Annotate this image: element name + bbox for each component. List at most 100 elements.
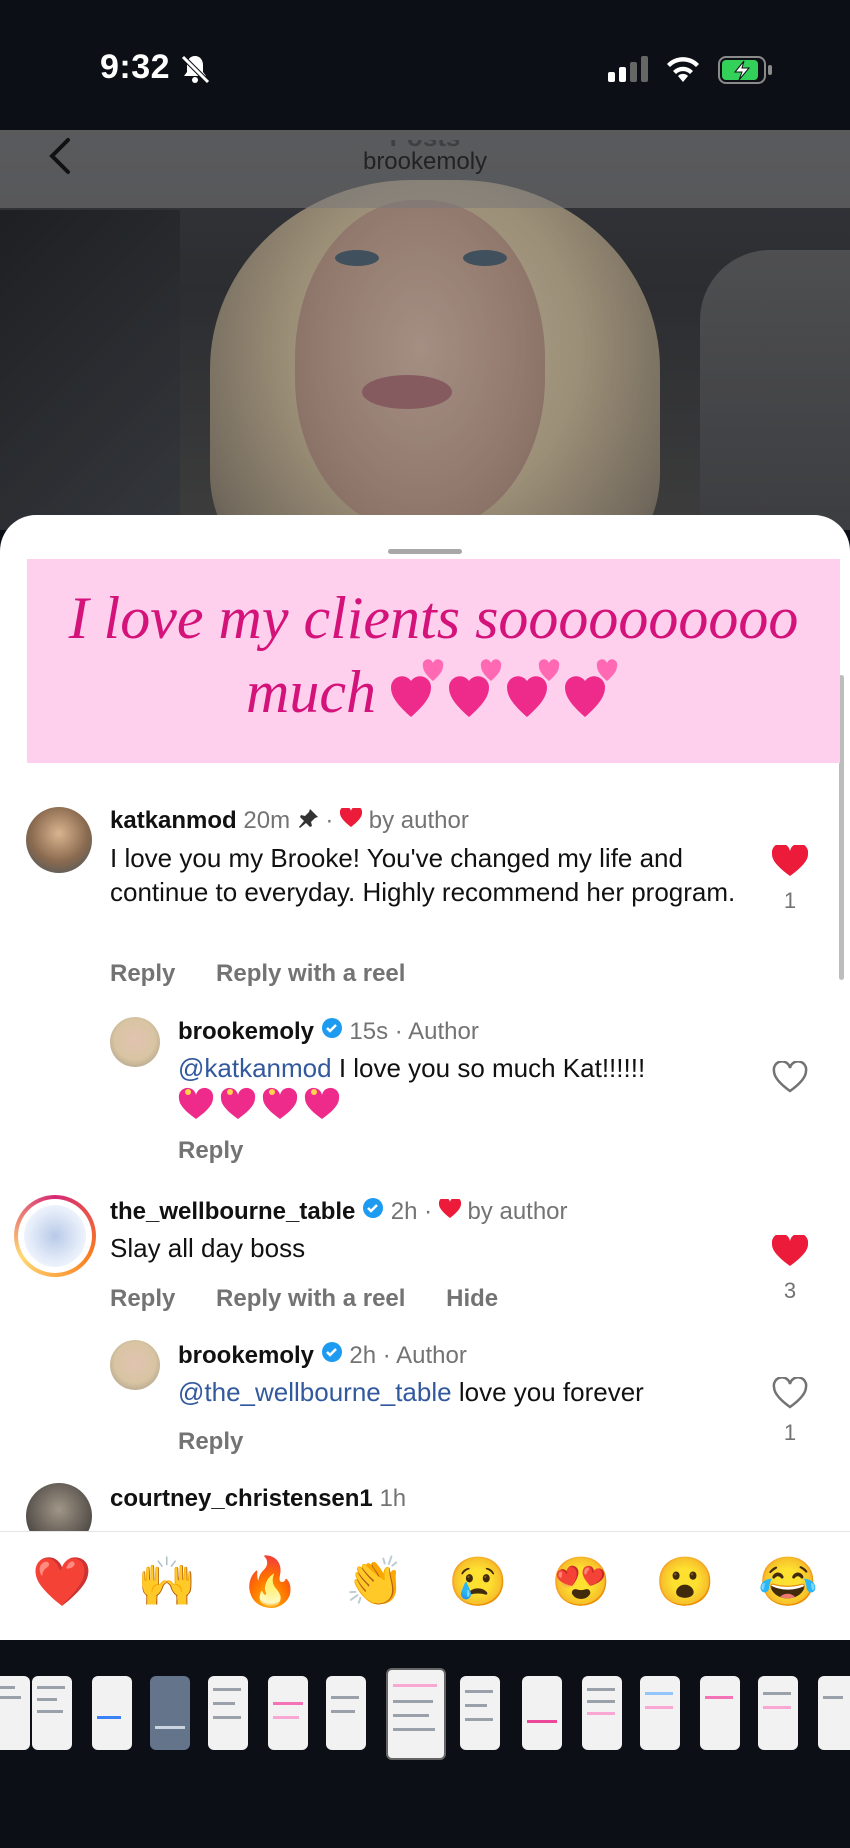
thumbnail[interactable] xyxy=(92,1676,132,1750)
mention-link[interactable]: @katkanmod xyxy=(178,1053,332,1083)
caption-line-2: much xyxy=(27,655,840,738)
heart-filled-icon xyxy=(771,1233,809,1271)
thumbnail[interactable] xyxy=(522,1676,562,1750)
sparkling-hearts-icons xyxy=(178,1087,738,1129)
reply-with-reel-button[interactable]: Reply with a reel xyxy=(216,960,405,987)
comment-item: the_wellbourne_table 2h · by author xyxy=(110,1197,568,1225)
thumbnail[interactable] xyxy=(700,1676,740,1750)
like-button[interactable]: 1 xyxy=(770,843,810,914)
comment-item: katkanmod 20m · by author xyxy=(110,806,469,834)
caption-line-1: I love my clients soooooooooo xyxy=(68,585,799,651)
thumbnail[interactable] xyxy=(460,1676,500,1750)
thumbnail[interactable] xyxy=(208,1676,248,1750)
mention-link[interactable]: @the_wellbourne_table xyxy=(178,1377,452,1407)
thumbnail[interactable] xyxy=(758,1676,798,1750)
header-username[interactable]: brookemoly xyxy=(0,148,850,176)
comment-username[interactable]: the_wellbourne_table xyxy=(110,1198,355,1225)
thumbnail[interactable] xyxy=(0,1676,30,1750)
thumbnail-active[interactable] xyxy=(386,1668,446,1760)
avatar[interactable] xyxy=(110,1017,160,1067)
comment-actions: Reply xyxy=(178,1137,277,1165)
laughing-emoji-button[interactable]: 😂 xyxy=(758,1554,818,1612)
comment-time: 1h xyxy=(379,1485,407,1512)
comment-username[interactable]: courtney_christensen1 xyxy=(110,1485,373,1512)
like-count: 1 xyxy=(783,1420,797,1445)
comment-item: courtney_christensen1 1h xyxy=(110,1485,406,1513)
heart-filled-icon xyxy=(771,843,809,881)
comment-text: @katkanmod I love you so much Kat!!!!!! xyxy=(178,1051,738,1129)
by-author-label: by author xyxy=(368,807,469,834)
like-count: 3 xyxy=(783,1278,797,1303)
verified-badge-icon xyxy=(321,1342,343,1369)
comment-actions: Reply xyxy=(178,1428,277,1456)
status-time: 9:32 xyxy=(100,48,171,86)
like-button[interactable] xyxy=(770,1060,810,1098)
heart-outline-icon xyxy=(772,1376,808,1413)
reply-button[interactable]: Reply xyxy=(110,1285,175,1312)
thumbnail[interactable] xyxy=(32,1676,72,1750)
thumbnail[interactable] xyxy=(150,1676,190,1750)
raised-hands-emoji-button[interactable]: 🙌 xyxy=(137,1554,197,1612)
caption-banner: I love my clients soooooooooo much xyxy=(27,559,840,763)
verified-badge-icon xyxy=(362,1198,384,1225)
comment-actions: Reply Reply with a reel Hide xyxy=(110,1285,532,1313)
pin-icon xyxy=(297,807,319,834)
reply-with-reel-button[interactable]: Reply with a reel xyxy=(216,1285,405,1312)
sparkling-hearts-icons xyxy=(390,659,621,738)
emoji-reactions-bar: ❤️ 🙌 🔥 👏 😢 😍 😮 😂 xyxy=(0,1531,850,1640)
comment-text: @the_wellbourne_table love you forever xyxy=(178,1375,738,1409)
avatar[interactable] xyxy=(110,1340,160,1390)
heart-emoji-button[interactable]: ❤️ xyxy=(32,1554,92,1612)
wifi-icon xyxy=(664,52,702,87)
post-header-bar: Posts brookemoly xyxy=(0,130,850,208)
avatar[interactable] xyxy=(14,1195,96,1277)
like-count: 1 xyxy=(783,888,797,913)
comment-text: I love you my Brooke! You've changed my … xyxy=(110,843,736,907)
verified-badge-icon xyxy=(321,1018,343,1045)
comment-time: 15s xyxy=(349,1018,389,1045)
thumbnail[interactable] xyxy=(326,1676,366,1750)
thumbnail[interactable] xyxy=(640,1676,680,1750)
author-label: Author xyxy=(408,1018,479,1045)
thumbnail[interactable] xyxy=(818,1676,850,1750)
comment-actions: Reply Reply with a reel xyxy=(110,960,439,988)
avatar[interactable] xyxy=(26,807,92,873)
comment-username[interactable]: brookemoly xyxy=(178,1342,314,1369)
by-author-label: by author xyxy=(467,1198,568,1225)
author-label: Author xyxy=(396,1342,467,1369)
comment-time: 2h xyxy=(390,1198,418,1225)
heart-by-author-icon xyxy=(339,806,363,834)
screenshot-thumbnail-tray xyxy=(0,1640,850,1848)
silent-bell-icon xyxy=(178,52,212,91)
comment-body: love you forever xyxy=(458,1377,644,1407)
status-bar: 9:32 xyxy=(0,0,850,130)
like-button[interactable]: 3 xyxy=(770,1233,810,1304)
comments-sheet: I love my clients soooooooooo much katka… xyxy=(0,515,850,1640)
crying-emoji-button[interactable]: 😢 xyxy=(448,1554,508,1612)
hide-button[interactable]: Hide xyxy=(446,1285,498,1312)
comment-time: 2h xyxy=(349,1342,377,1369)
cellular-signal-icon xyxy=(608,56,652,87)
comment-username[interactable]: katkanmod xyxy=(110,807,237,834)
caption-line-2-text: much xyxy=(246,659,376,725)
clapping-emoji-button[interactable]: 👏 xyxy=(345,1554,405,1612)
comment-time: 20m xyxy=(243,807,291,834)
battery-charging-icon xyxy=(718,56,774,89)
thumbnail[interactable] xyxy=(582,1676,622,1750)
reply-item: brookemoly 2h · Author xyxy=(178,1342,467,1369)
reply-item: brookemoly 15s · Author xyxy=(178,1018,479,1045)
sheet-drag-handle[interactable] xyxy=(388,549,462,554)
heart-by-author-icon xyxy=(438,1197,461,1225)
comment-text: Slay all day boss xyxy=(110,1233,306,1263)
reply-button[interactable]: Reply xyxy=(178,1137,243,1164)
reply-button[interactable]: Reply xyxy=(178,1428,243,1455)
thumbnail[interactable] xyxy=(268,1676,308,1750)
heart-outline-icon xyxy=(772,1060,808,1097)
comment-body: I love you so much Kat!!!!!! xyxy=(338,1053,646,1083)
comment-username[interactable]: brookemoly xyxy=(178,1018,314,1045)
surprised-emoji-button[interactable]: 😮 xyxy=(655,1554,715,1612)
reply-button[interactable]: Reply xyxy=(110,960,175,987)
like-button[interactable]: 1 xyxy=(770,1376,810,1446)
fire-emoji-button[interactable]: 🔥 xyxy=(240,1554,300,1612)
heart-eyes-emoji-button[interactable]: 😍 xyxy=(551,1554,611,1612)
